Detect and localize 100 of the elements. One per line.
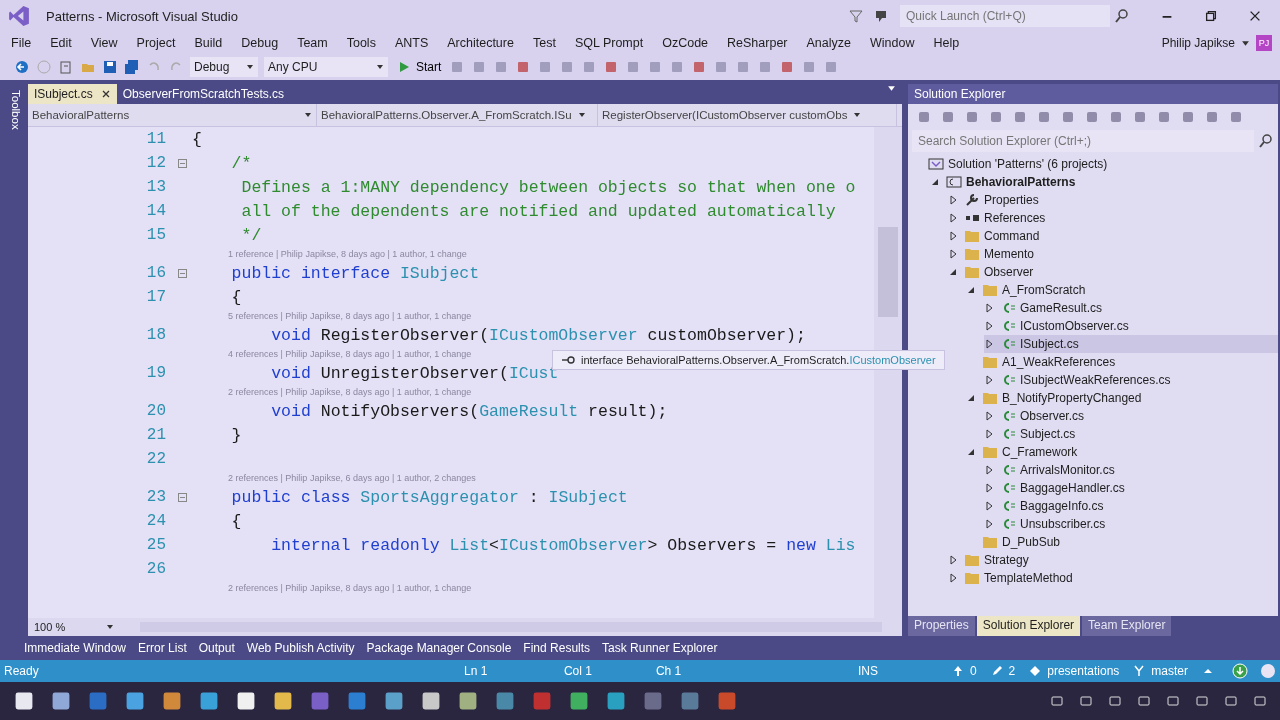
expander-icon[interactable] bbox=[984, 303, 994, 313]
menu-item[interactable]: ANTS bbox=[387, 36, 441, 50]
tree-item[interactable]: B_NotifyPropertyChanged bbox=[966, 389, 1278, 407]
menu-item[interactable]: View bbox=[83, 36, 130, 50]
expander-icon[interactable] bbox=[930, 177, 940, 187]
expander-icon[interactable] bbox=[948, 195, 958, 205]
expander-icon[interactable] bbox=[966, 285, 976, 295]
close-icon[interactable] bbox=[1248, 9, 1262, 23]
tree-item[interactable]: Command bbox=[948, 227, 1278, 245]
tray-icon[interactable] bbox=[1049, 693, 1065, 709]
expander-icon[interactable] bbox=[984, 465, 994, 475]
tree-item[interactable]: Strategy bbox=[948, 551, 1278, 569]
menu-item[interactable]: Analyze bbox=[799, 36, 863, 50]
tree-item[interactable]: A1_WeakReferences bbox=[966, 353, 1278, 371]
tree-item[interactable]: BehavioralPatterns bbox=[930, 173, 1278, 191]
tree-item[interactable]: A_FromScratch bbox=[966, 281, 1278, 299]
tree-item[interactable]: Properties bbox=[948, 191, 1278, 209]
tree-item[interactable]: ISubject.cs bbox=[984, 335, 1278, 353]
toolbar-icon[interactable] bbox=[1132, 109, 1148, 125]
toolbar-icon[interactable] bbox=[916, 109, 932, 125]
collapse-icon[interactable] bbox=[177, 158, 187, 168]
expander-icon[interactable] bbox=[984, 375, 994, 385]
tree-item[interactable]: Observer.cs bbox=[984, 407, 1278, 425]
toolbar-icon[interactable] bbox=[940, 109, 956, 125]
caret-icon[interactable] bbox=[376, 63, 384, 71]
collapse-icon[interactable] bbox=[177, 492, 187, 502]
toolbar-icon[interactable] bbox=[1108, 109, 1124, 125]
menu-item[interactable]: Window bbox=[863, 36, 927, 50]
tray-icon[interactable] bbox=[1078, 693, 1094, 709]
menu-item[interactable]: Architecture bbox=[440, 36, 526, 50]
close-icon[interactable] bbox=[100, 89, 111, 99]
caret-icon[interactable] bbox=[304, 111, 312, 119]
caret-icon[interactable] bbox=[246, 63, 254, 71]
start-button[interactable]: Start bbox=[394, 59, 444, 75]
toolbar-icon[interactable] bbox=[1084, 109, 1100, 125]
tray-icon[interactable] bbox=[1194, 693, 1210, 709]
tool-window-tab[interactable]: Package Manager Console bbox=[366, 641, 512, 655]
expander-icon[interactable] bbox=[984, 483, 994, 493]
tool-window-tab[interactable]: Find Results bbox=[523, 641, 591, 655]
collapse-icon[interactable] bbox=[177, 268, 187, 278]
editor-tab[interactable]: ISubject.cs bbox=[28, 84, 117, 104]
tray-icon[interactable] bbox=[1223, 693, 1239, 709]
tree-item[interactable]: Solution 'Patterns' (6 projects) bbox=[912, 155, 1278, 173]
tree-item[interactable]: TemplateMethod bbox=[948, 569, 1278, 587]
expander-icon[interactable] bbox=[984, 429, 994, 439]
tree-item[interactable]: Subject.cs bbox=[984, 425, 1278, 443]
toolbar-icon[interactable] bbox=[1036, 109, 1052, 125]
zoom-dropdown[interactable]: 100 % bbox=[28, 621, 120, 633]
unpushed-count[interactable]: 0 bbox=[969, 664, 977, 678]
restore-icon[interactable] bbox=[1204, 9, 1218, 23]
filter-icon[interactable] bbox=[848, 8, 864, 24]
caret-icon[interactable] bbox=[106, 623, 114, 631]
expander-icon[interactable] bbox=[948, 555, 958, 565]
expander-icon[interactable] bbox=[948, 213, 958, 223]
tool-window-tab[interactable]: Immediate Window bbox=[24, 641, 127, 655]
navigation-dropdown[interactable]: RegisterObserver(ICustomObserver customObs bbox=[598, 104, 897, 126]
panel-tab[interactable]: Solution Explorer bbox=[976, 616, 1081, 636]
panel-tab[interactable]: Team Explorer bbox=[1082, 616, 1172, 636]
tray-icon[interactable] bbox=[1252, 693, 1268, 709]
caret-icon[interactable] bbox=[1241, 38, 1250, 48]
tool-window-tab[interactable]: Error List bbox=[138, 641, 187, 655]
tree-item[interactable]: Unsubscriber.cs bbox=[984, 515, 1278, 533]
download-icon[interactable] bbox=[1232, 663, 1248, 679]
tree-item[interactable]: BaggageHandler.cs bbox=[984, 479, 1278, 497]
toolbar-icon[interactable] bbox=[1012, 109, 1028, 125]
caret-icon[interactable] bbox=[887, 84, 896, 93]
tree-item[interactable]: BaggageInfo.cs bbox=[984, 497, 1278, 515]
caret-icon[interactable] bbox=[577, 111, 586, 119]
back-icon[interactable] bbox=[14, 59, 30, 75]
menu-item[interactable]: Tools bbox=[339, 36, 388, 50]
expander-icon[interactable] bbox=[966, 447, 976, 457]
tool-window-tab[interactable]: Output bbox=[198, 641, 235, 655]
toolbar-icon[interactable] bbox=[1060, 109, 1076, 125]
expander-icon[interactable] bbox=[948, 267, 958, 277]
menu-item[interactable]: SQL Prompt bbox=[567, 36, 656, 50]
tool-window-tab[interactable]: Web Publish Activity bbox=[246, 641, 355, 655]
expander-icon[interactable] bbox=[984, 519, 994, 529]
user-name[interactable]: Philip Japikse bbox=[1161, 36, 1235, 50]
caret-icon[interactable] bbox=[853, 111, 862, 119]
menu-item[interactable]: Project bbox=[129, 36, 188, 50]
navigation-dropdown[interactable]: BehavioralPatterns bbox=[28, 104, 317, 126]
tray-icon[interactable] bbox=[1165, 693, 1181, 709]
panel-tab[interactable]: Properties bbox=[908, 616, 975, 636]
menu-item[interactable]: File bbox=[4, 36, 44, 50]
tray-icon[interactable] bbox=[1107, 693, 1123, 709]
tray-icon[interactable] bbox=[1136, 693, 1152, 709]
search-field[interactable]: Search Solution Explorer (Ctrl+;) bbox=[912, 130, 1254, 152]
menu-item[interactable]: OzCode bbox=[655, 36, 721, 50]
menu-item[interactable]: Test bbox=[525, 36, 568, 50]
tree-item[interactable]: Memento bbox=[948, 245, 1278, 263]
editor-tab[interactable]: ObserverFromScratchTests.cs bbox=[116, 84, 291, 104]
menu-item[interactable]: Build bbox=[187, 36, 235, 50]
expander-icon[interactable] bbox=[984, 321, 994, 331]
expander-icon[interactable] bbox=[948, 231, 958, 241]
repository-name[interactable]: presentations bbox=[1047, 664, 1120, 678]
expander-icon[interactable] bbox=[984, 339, 994, 349]
tree-item[interactable]: References bbox=[948, 209, 1278, 227]
toolbar-icon[interactable] bbox=[1156, 109, 1172, 125]
save-all-icon[interactable] bbox=[124, 59, 140, 75]
avatar-icon[interactable] bbox=[1260, 663, 1276, 679]
